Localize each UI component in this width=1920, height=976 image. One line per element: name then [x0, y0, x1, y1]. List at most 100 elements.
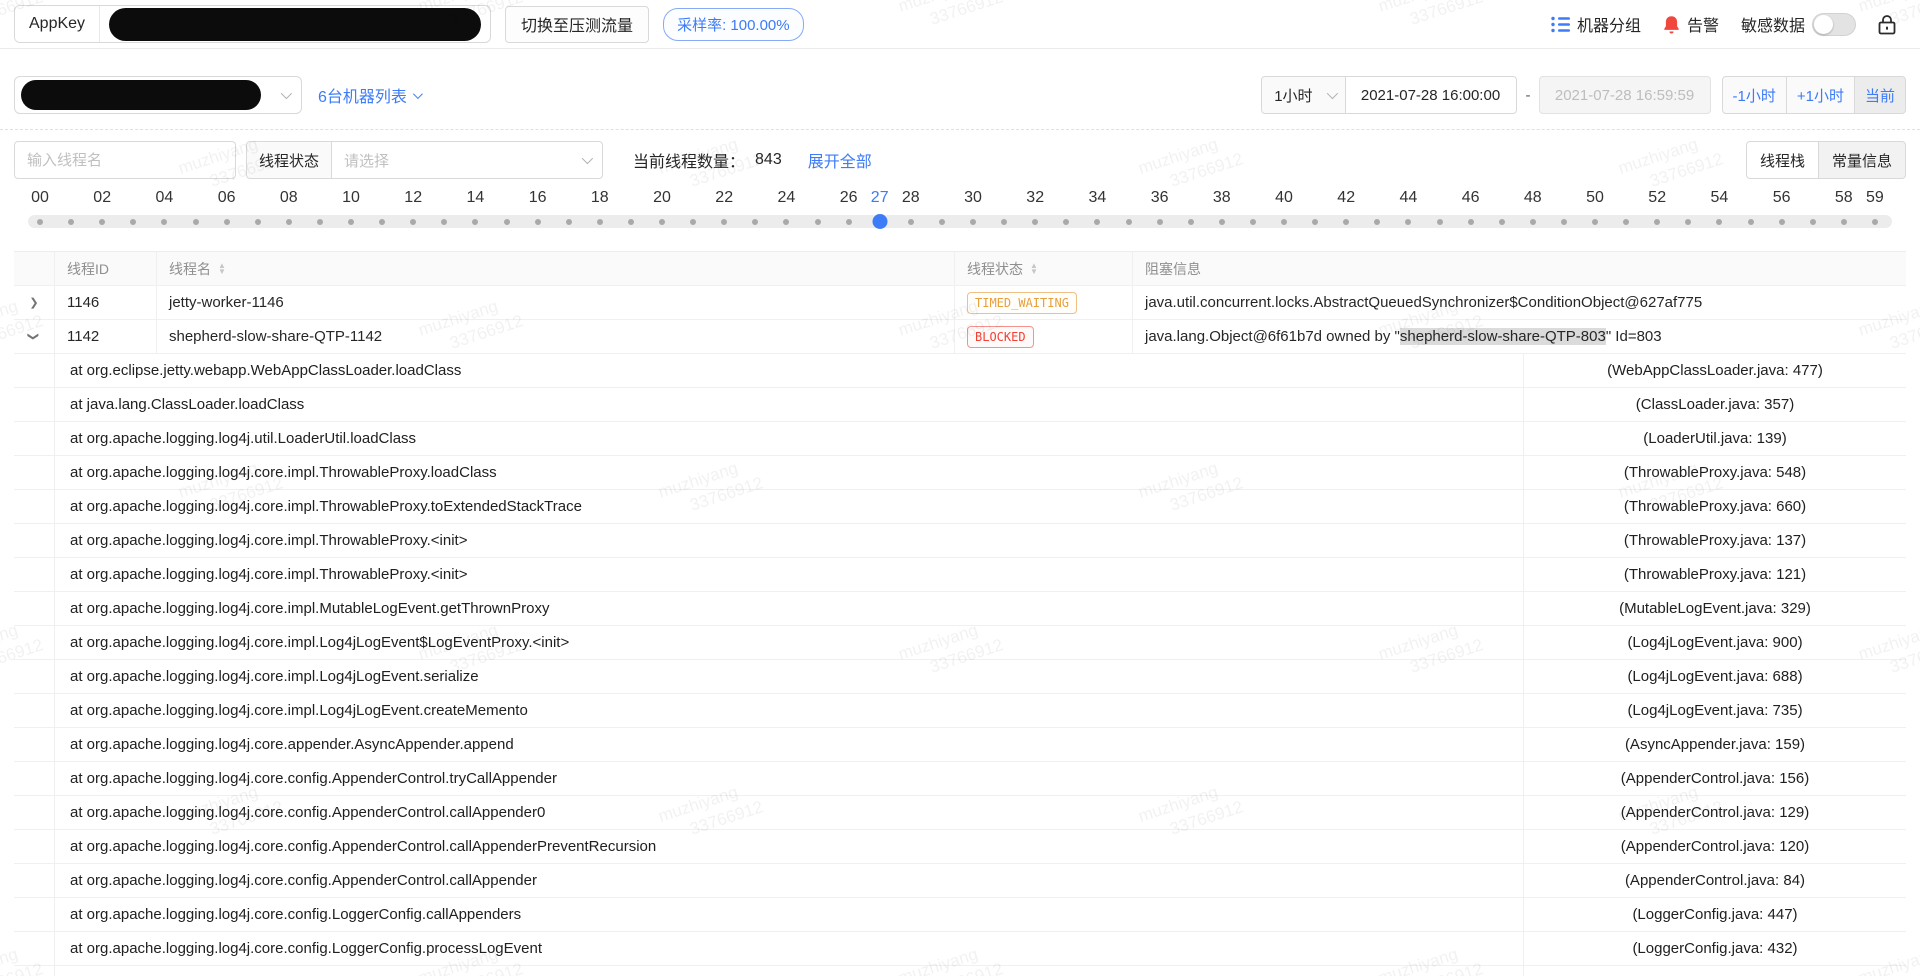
stack-indent-cell: [14, 898, 55, 931]
timeline-label: 08: [280, 189, 298, 207]
timeline-track[interactable]: [28, 215, 1892, 228]
thread-count-value: 843: [755, 151, 782, 169]
timeline-dot[interactable]: [472, 219, 478, 225]
machine-list-link[interactable]: 6台机器列表: [318, 83, 420, 107]
lock-icon[interactable]: [1878, 14, 1896, 35]
chevron-down-icon: [582, 153, 593, 164]
timeline-dot[interactable]: [721, 219, 727, 225]
timeline-dot[interactable]: [286, 219, 292, 225]
view-thread-stack-button[interactable]: 线程栈: [1746, 141, 1819, 179]
sensitive-data-toggle[interactable]: [1812, 13, 1856, 36]
stack-indent-cell: [14, 728, 55, 761]
timeline-label: 22: [715, 189, 733, 207]
timeline-dot[interactable]: [1157, 219, 1163, 225]
timeline-dot[interactable]: [441, 219, 447, 225]
timeline-dot[interactable]: [130, 219, 136, 225]
timeline-dot[interactable]: [379, 219, 385, 225]
stack-frame-text: at org.apache.logging.log4j.core.impl.Mu…: [55, 592, 1524, 625]
timeline-dot[interactable]: [1872, 219, 1878, 225]
timeline-dot[interactable]: [908, 219, 914, 225]
timeline-dot[interactable]: [1748, 219, 1754, 225]
switch-traffic-button[interactable]: 切换至压测流量: [505, 6, 649, 43]
sample-rate-badge: 采样率: 100.00%: [663, 8, 804, 41]
timeline-dot[interactable]: [1126, 219, 1132, 225]
timeline-dot[interactable]: [504, 219, 510, 225]
timeline-dot[interactable]: [970, 219, 976, 225]
timeline-label: 04: [155, 189, 173, 207]
timeline-dot[interactable]: [1623, 219, 1629, 225]
timeline-dot[interactable]: [1468, 219, 1474, 225]
timeline-dot[interactable]: [690, 219, 696, 225]
timeline-dot[interactable]: [1592, 219, 1598, 225]
timeline-dot[interactable]: [1188, 219, 1194, 225]
expand-row-icon[interactable]: ❯: [29, 296, 38, 309]
timeline-dot[interactable]: [783, 219, 789, 225]
timeline-dot[interactable]: [597, 219, 603, 225]
expand-all-link[interactable]: 展开全部: [808, 148, 872, 172]
timeline-dot[interactable]: [1250, 219, 1256, 225]
timeline-dot[interactable]: [1437, 219, 1443, 225]
view-toggle-group: 线程栈 常量信息: [1747, 141, 1906, 179]
timeline-dot[interactable]: [1312, 219, 1318, 225]
app-select[interactable]: [14, 76, 302, 114]
timeline-dot[interactable]: [1841, 219, 1847, 225]
timeline-dot[interactable]: [37, 219, 43, 225]
collapse-row-icon[interactable]: ❯: [28, 332, 41, 341]
machine-group-button[interactable]: 机器分组: [1551, 12, 1641, 36]
plus-1h-button[interactable]: +1小时: [1786, 76, 1855, 114]
timeline-dot[interactable]: [410, 219, 416, 225]
timeline-dot[interactable]: [193, 219, 199, 225]
appkey-value-redacted[interactable]: [109, 8, 481, 41]
timeline-dot[interactable]: [1001, 219, 1007, 225]
stack-row: at org.apache.logging.log4j.core.appende…: [14, 728, 1906, 762]
timeline-dot[interactable]: [535, 219, 541, 225]
timeline-dot[interactable]: [317, 219, 323, 225]
timeline-dot[interactable]: [1779, 219, 1785, 225]
timeline-dot[interactable]: [566, 219, 572, 225]
thread-name-input[interactable]: [14, 141, 236, 179]
timeline-dot[interactable]: [815, 219, 821, 225]
timeline-label: 00: [31, 189, 49, 207]
sort-icon[interactable]: ▲▼: [218, 263, 226, 275]
timeline-dot[interactable]: [68, 219, 74, 225]
timeline-dot[interactable]: [161, 219, 167, 225]
minus-1h-button[interactable]: -1小时: [1722, 76, 1787, 114]
timeline-dot[interactable]: [99, 219, 105, 225]
stack-location-text: (LoggerConfig.java: 432): [1524, 932, 1906, 965]
timeline-dot[interactable]: [1561, 219, 1567, 225]
timeline-dot[interactable]: [1654, 219, 1660, 225]
timeline-dot[interactable]: [1374, 219, 1380, 225]
timeline-dot[interactable]: [628, 219, 634, 225]
timeline-dot[interactable]: [1405, 219, 1411, 225]
timeline-dot[interactable]: [1716, 219, 1722, 225]
timeline-dot[interactable]: [255, 219, 261, 225]
timeline-dot[interactable]: [1685, 219, 1691, 225]
timeline-dot[interactable]: [224, 219, 230, 225]
timeline-dot[interactable]: [939, 219, 945, 225]
start-time-input[interactable]: [1345, 76, 1517, 114]
timeline-dot[interactable]: [1281, 219, 1287, 225]
timeline-dot[interactable]: [1499, 219, 1505, 225]
timeline-dot[interactable]: [846, 219, 852, 225]
timeline-dot[interactable]: [752, 219, 758, 225]
timeline-dot[interactable]: [1219, 219, 1225, 225]
timeline-dot-selected[interactable]: [872, 214, 887, 229]
sort-icon[interactable]: ▲▼: [1030, 263, 1038, 275]
time-range-select[interactable]: 1小时: [1261, 76, 1345, 114]
stack-indent-cell: [14, 388, 55, 421]
timeline-dot[interactable]: [1063, 219, 1069, 225]
alarm-button[interactable]: 告警: [1663, 12, 1719, 36]
timeline-dot[interactable]: [1343, 219, 1349, 225]
timeline-dot[interactable]: [1810, 219, 1816, 225]
now-button[interactable]: 当前: [1854, 76, 1906, 114]
timeline-dot[interactable]: [348, 219, 354, 225]
timeline-label: 28: [902, 189, 920, 207]
stack-indent-cell: [14, 592, 55, 625]
thread-state-select[interactable]: 请选择: [331, 141, 603, 179]
timeline-dot[interactable]: [1530, 219, 1536, 225]
timeline-dot[interactable]: [1094, 219, 1100, 225]
view-const-info-button[interactable]: 常量信息: [1818, 141, 1906, 179]
timeline-dot[interactable]: [1032, 219, 1038, 225]
stack-location-text: (ThrowableProxy.java: 121): [1524, 558, 1906, 591]
timeline-dot[interactable]: [659, 219, 665, 225]
